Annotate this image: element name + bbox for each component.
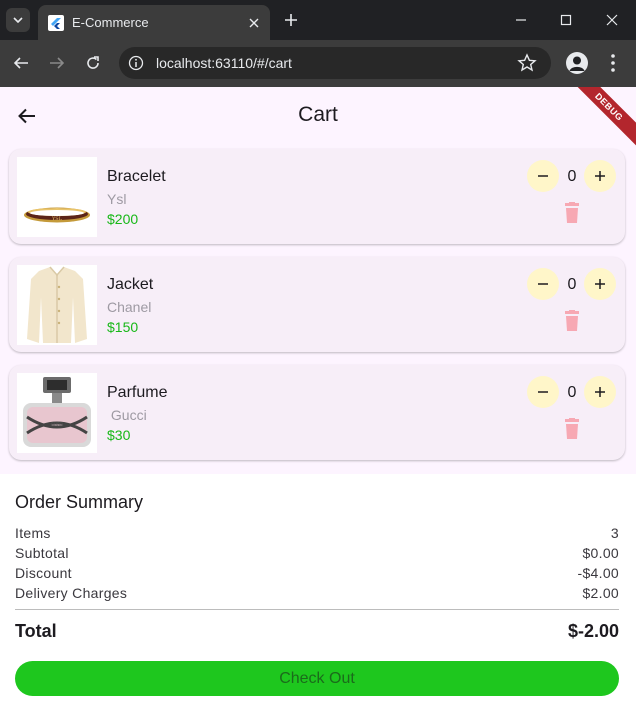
subtotal-label: Subtotal <box>15 545 69 561</box>
browser-nav-bar: localhost:63110/#/cart <box>0 40 636 87</box>
minus-icon <box>538 283 548 285</box>
checkout-button[interactable]: Check Out <box>15 661 619 696</box>
increase-quantity-button[interactable] <box>584 268 616 300</box>
bracelet-image: YSL <box>17 157 97 237</box>
quantity-value: 0 <box>567 168 577 185</box>
bookmark-star-icon[interactable] <box>517 53 537 73</box>
discount-value: -$4.00 <box>577 565 619 581</box>
items-label: Items <box>15 525 51 541</box>
flutter-favicon-icon <box>48 14 64 31</box>
forward-arrow-icon[interactable] <box>46 52 68 74</box>
address-bar[interactable]: localhost:63110/#/cart <box>119 47 551 79</box>
minimize-icon[interactable] <box>512 11 530 29</box>
summary-row-total: Total $-2.00 <box>15 621 619 642</box>
delivery-value: $2.00 <box>582 585 619 601</box>
product-brand: Ysl <box>107 191 127 207</box>
discount-label: Discount <box>15 565 72 581</box>
svg-text:YSL: YSL <box>51 216 63 222</box>
summary-row-subtotal: Subtotal $0.00 <box>15 545 619 561</box>
reload-icon[interactable] <box>82 52 104 74</box>
plus-icon <box>595 171 605 181</box>
decrease-quantity-button[interactable] <box>527 376 559 408</box>
product-name: Jacket <box>107 276 154 293</box>
app-viewport: Cart DEBUG YSL Bracelet Ysl $200 0 Jacke… <box>0 87 636 709</box>
total-label: Total <box>15 621 57 641</box>
tab-title: E-Commerce <box>72 15 149 30</box>
product-name: Parfume <box>107 384 168 401</box>
window-close-icon[interactable] <box>603 11 621 29</box>
summary-row-items: Items 3 <box>15 525 619 541</box>
profile-icon[interactable] <box>566 52 588 74</box>
new-tab-icon[interactable] <box>282 11 300 29</box>
summary-divider <box>15 609 619 610</box>
close-icon[interactable] <box>246 15 262 31</box>
product-name: Bracelet <box>107 168 166 185</box>
product-brand: Chanel <box>107 299 152 315</box>
order-summary-title: Order Summary <box>15 492 144 512</box>
plus-icon <box>595 279 605 289</box>
plus-icon <box>595 387 605 397</box>
trash-icon[interactable] <box>563 202 581 224</box>
more-menu-icon[interactable] <box>605 52 621 74</box>
site-info-icon[interactable] <box>128 55 144 71</box>
cart-item-card: YSL Bracelet Ysl $200 0 <box>9 149 625 244</box>
total-value: $-2.00 <box>567 621 619 641</box>
browser-tab-bar: E-Commerce <box>0 0 636 40</box>
cart-item-card: GUCCI Parfume Gucci $30 0 <box>9 365 625 460</box>
decrease-quantity-button[interactable] <box>527 268 559 300</box>
back-arrow-icon[interactable] <box>10 52 32 74</box>
summary-row-delivery: Delivery Charges $2.00 <box>15 585 619 601</box>
tab-search-icon[interactable] <box>6 8 30 32</box>
page-title: Cart <box>298 103 338 126</box>
product-brand: Gucci <box>107 407 147 423</box>
increase-quantity-button[interactable] <box>584 160 616 192</box>
summary-row-discount: Discount -$4.00 <box>15 565 619 581</box>
maximize-icon[interactable] <box>557 11 575 29</box>
trash-icon[interactable] <box>563 418 581 440</box>
product-price: $150 <box>107 319 139 335</box>
product-price: $200 <box>107 211 139 227</box>
quantity-value: 0 <box>567 276 577 293</box>
subtotal-value: $0.00 <box>582 545 619 561</box>
svg-text:GUCCI: GUCCI <box>51 422 64 427</box>
perfume-image: GUCCI <box>17 373 97 453</box>
minus-icon <box>538 175 548 177</box>
cart-list-area: Cart DEBUG YSL Bracelet Ysl $200 0 Jacke… <box>0 87 636 474</box>
trash-icon[interactable] <box>563 310 581 332</box>
app-bar: Cart DEBUG <box>0 87 636 152</box>
minus-icon <box>538 391 548 393</box>
url-text[interactable]: localhost:63110/#/cart <box>156 55 292 71</box>
jacket-image <box>17 265 97 345</box>
quantity-value: 0 <box>567 384 577 401</box>
increase-quantity-button[interactable] <box>584 376 616 408</box>
items-value: 3 <box>610 525 619 541</box>
product-price: $30 <box>107 427 131 443</box>
cart-item-card: Jacket Chanel $150 0 <box>9 257 625 352</box>
browser-tab[interactable]: E-Commerce <box>38 5 270 40</box>
delivery-label: Delivery Charges <box>15 585 128 601</box>
decrease-quantity-button[interactable] <box>527 160 559 192</box>
